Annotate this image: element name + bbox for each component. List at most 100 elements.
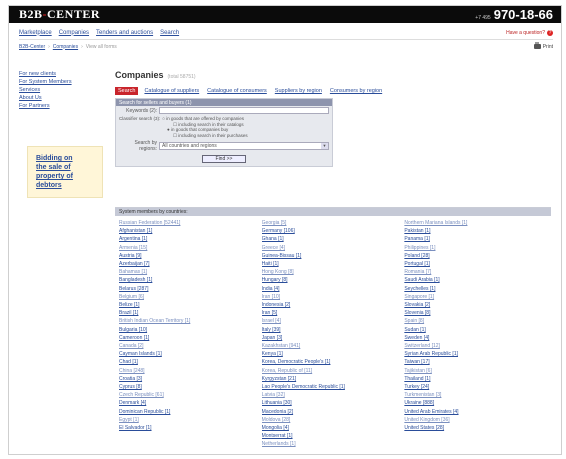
country-link[interactable]: Tajikistan [6] [404,367,547,375]
find-button[interactable]: Find >> [202,155,246,163]
country-link[interactable]: Turkmenistan [3] [404,391,547,399]
country-link[interactable]: Slovenia [8] [404,309,547,317]
country-link[interactable]: El Salvador [1] [119,424,262,432]
country-link[interactable]: Austria [9] [119,252,262,260]
country-link[interactable]: Bahamas [1] [119,268,262,276]
country-link[interactable]: Moldova [28] [262,416,405,424]
country-link[interactable]: Poland [28] [404,252,547,260]
country-link[interactable]: Ukraine [888] [404,399,547,407]
country-link[interactable]: Hungary [8] [262,276,405,284]
country-link[interactable]: Georgia [5] [262,219,405,227]
country-link[interactable]: Taiwan [17] [404,358,547,366]
tab-consumers-region[interactable]: Consumers by region [328,87,384,95]
country-link[interactable]: Germany [106] [262,227,405,235]
country-link[interactable]: Northern Mariana Islands [1] [404,219,547,227]
country-link[interactable]: Armenia [15] [119,244,262,252]
country-link[interactable]: Panama [1] [404,235,547,243]
site-logo[interactable]: B2B-CENTER [19,7,100,22]
promo-link-line-4[interactable]: debtors [36,182,62,189]
country-link[interactable]: India [4] [262,285,405,293]
country-link[interactable]: Guinea-Bissau [1] [262,252,405,260]
promo-link-line-1[interactable]: Bidding on [36,155,73,162]
country-link[interactable]: Italy [39] [262,326,405,334]
breadcrumb-item-companies[interactable]: Companies [53,44,78,50]
country-link[interactable]: Syrian Arab Republic [1] [404,350,547,358]
promo-link-line-3[interactable]: property of [36,173,73,180]
country-link[interactable]: Sudan [1] [404,326,547,334]
country-link[interactable]: Switzerland [12] [404,342,547,350]
nav-link-search[interactable]: Search [160,30,179,36]
country-link[interactable]: Singapore [1] [404,293,547,301]
country-link[interactable]: Netherlands [1] [262,440,405,448]
country-link[interactable]: Romania [7] [404,268,547,276]
country-link[interactable]: Bangladesh [1] [119,276,262,284]
nav-link-tenders[interactable]: Tenders and auctions [96,30,153,36]
country-link[interactable]: Ghana [1] [262,235,405,243]
country-link[interactable]: Cayman Islands [1] [119,350,262,358]
country-link[interactable]: Philippines [1] [404,244,547,252]
country-link[interactable]: China [248] [119,367,262,375]
country-link[interactable]: Pakistan [1] [404,227,547,235]
country-link[interactable]: Haiti [1] [262,260,405,268]
country-link[interactable]: Chad [1] [119,358,262,366]
sidebar-link-services[interactable]: Services [19,86,109,94]
region-select[interactable]: All countries and regions ▼ [159,142,329,150]
keywords-input[interactable] [159,107,329,114]
tab-search[interactable]: Search [115,87,139,95]
country-link[interactable]: Iran [5] [262,309,405,317]
country-link[interactable]: Croatia [3] [119,375,262,383]
country-link[interactable]: United Kingdom [36] [404,416,547,424]
country-link[interactable]: Brazil [1] [119,309,262,317]
country-link[interactable]: British Indian Ocean Territory [1] [119,317,262,325]
country-link[interactable]: Argentina [1] [119,235,262,243]
country-link[interactable]: Kenya [1] [262,350,405,358]
country-link[interactable]: Thailand [1] [404,375,547,383]
country-link[interactable]: Hong Kong [8] [262,268,405,276]
country-link[interactable]: Israel [4] [262,317,405,325]
country-link[interactable]: Afghanistan [1] [119,227,262,235]
country-link[interactable]: Sweden [4] [404,334,547,342]
country-link[interactable]: Korea, Democratic People's [1] [262,358,405,366]
country-link[interactable]: Iran [10] [262,293,405,301]
sidebar-link-new-clients[interactable]: For new clients [19,70,109,78]
country-link[interactable]: Cyprus [8] [119,383,262,391]
sidebar-link-about[interactable]: About Us [19,94,109,102]
country-link[interactable]: Slovakia [2] [404,301,547,309]
tab-suppliers-region[interactable]: Suppliers by region [273,87,324,95]
country-link[interactable]: Mongolia [4] [262,424,405,432]
nav-link-marketplace[interactable]: Marketplace [19,30,52,36]
country-link[interactable]: Egypt [1] [119,416,262,424]
sidebar-link-partners[interactable]: For Partners [19,102,109,110]
country-link[interactable]: Montserrat [1] [262,432,405,440]
country-link[interactable]: Belize [1] [119,301,262,309]
country-link[interactable]: Bulgaria [10] [119,326,262,334]
country-link[interactable]: Macedonia [2] [262,408,405,416]
country-link[interactable]: Kyrgyzstan [21] [262,375,405,383]
tab-catalogue-consumers[interactable]: Catalogue of consumers [205,87,269,95]
country-link[interactable]: Belgium [6] [119,293,262,301]
country-link[interactable]: Azerbaijan [7] [119,260,262,268]
country-link[interactable]: Indonesia [2] [262,301,405,309]
country-link[interactable]: Kazakhstan [941] [262,342,405,350]
country-link[interactable]: Spain [8] [404,317,547,325]
country-link[interactable]: United States [28] [404,424,547,432]
country-link[interactable]: Korea, Republic of [11] [262,367,405,375]
tab-catalogue-suppliers[interactable]: Catalogue of suppliers [142,87,201,95]
checkbox-purchases[interactable]: ☐ including search in their purchases [119,133,329,139]
country-link[interactable]: Latvia [32] [262,391,405,399]
help-link[interactable]: Have a question? ? [506,29,553,36]
country-link[interactable]: Dominican Republic [1] [119,408,262,416]
country-link[interactable]: Lao People's Democratic Republic [1] [262,383,405,391]
country-link[interactable]: Cameroon [1] [119,334,262,342]
country-link[interactable]: Belarus [287] [119,285,262,293]
country-link[interactable]: Turkey [24] [404,383,547,391]
country-link[interactable]: Portugal [1] [404,260,547,268]
print-button[interactable]: Print [533,42,553,50]
sidebar-link-system-members[interactable]: For System Members [19,78,109,86]
country-link[interactable]: Greece [4] [262,244,405,252]
country-link[interactable]: Canada [2] [119,342,262,350]
country-link[interactable]: Japan [3] [262,334,405,342]
promo-link-line-2[interactable]: the sale of [36,164,71,171]
breadcrumb-item-home[interactable]: B2B-Center [19,44,45,50]
country-link[interactable]: Lithuania [30] [262,399,405,407]
